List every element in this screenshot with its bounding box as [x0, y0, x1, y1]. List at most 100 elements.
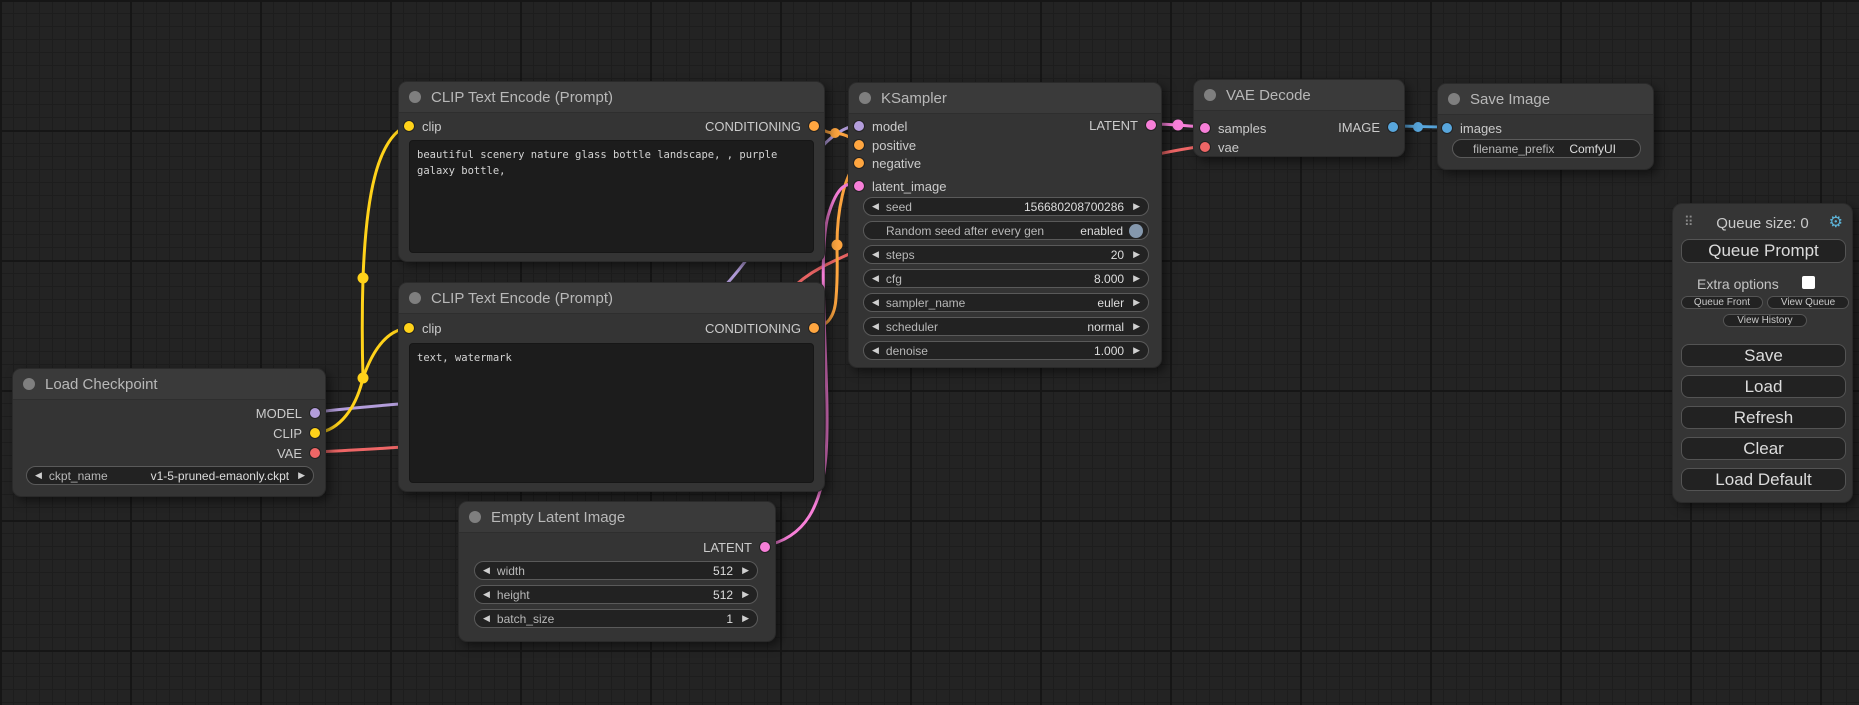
node-vae-decode[interactable]: VAE Decode samples vae IMAGE: [1193, 79, 1405, 157]
output-latent[interactable]: LATENT: [1089, 116, 1156, 134]
decrement-arrow-icon[interactable]: ◀: [872, 322, 879, 331]
refresh-button[interactable]: Refresh: [1681, 406, 1846, 429]
node-title-bar[interactable]: VAE Decode: [1194, 80, 1404, 111]
seed-widget[interactable]: ◀ seed 156680208700286 ▶: [863, 197, 1149, 216]
decrement-arrow-icon[interactable]: ◀: [483, 590, 490, 599]
clear-button[interactable]: Clear: [1681, 437, 1846, 460]
image-port-icon[interactable]: [1388, 122, 1398, 132]
output-conditioning[interactable]: CONDITIONING: [705, 319, 819, 337]
negative-prompt-textarea[interactable]: text, watermark: [409, 343, 814, 483]
node-title-bar[interactable]: CLIP Text Encode (Prompt): [399, 283, 824, 314]
view-queue-button[interactable]: View Queue: [1767, 296, 1849, 309]
view-history-button[interactable]: View History: [1723, 314, 1807, 327]
node-title-bar[interactable]: CLIP Text Encode (Prompt): [399, 82, 824, 113]
model-port-icon[interactable]: [310, 408, 320, 418]
output-conditioning[interactable]: CONDITIONING: [705, 117, 819, 135]
input-negative[interactable]: negative: [854, 154, 921, 172]
queue-prompt-button[interactable]: Queue Prompt: [1681, 239, 1846, 263]
load-default-button[interactable]: Load Default: [1681, 468, 1846, 491]
collapse-dot-icon[interactable]: [1448, 93, 1460, 105]
increment-arrow-icon[interactable]: ▶: [1133, 298, 1140, 307]
gear-icon[interactable]: ⚙: [1829, 212, 1843, 232]
clip-port-icon[interactable]: [404, 323, 414, 333]
increment-arrow-icon[interactable]: ▶: [742, 566, 749, 575]
increment-arrow-icon[interactable]: ▶: [742, 614, 749, 623]
decrement-arrow-icon[interactable]: ◀: [872, 250, 879, 259]
collapse-dot-icon[interactable]: [859, 92, 871, 104]
node-save-image[interactable]: Save Image images filename_prefix ComfyU…: [1437, 83, 1654, 170]
decrement-arrow-icon[interactable]: ◀: [483, 614, 490, 623]
collapse-dot-icon[interactable]: [409, 91, 421, 103]
queue-front-button[interactable]: Queue Front: [1681, 296, 1763, 309]
denoise-widget[interactable]: ◀ denoise 1.000 ▶: [863, 341, 1149, 360]
height-widget[interactable]: ◀ height 512 ▶: [474, 585, 758, 604]
latent-port-icon[interactable]: [760, 542, 770, 552]
latent-port-icon[interactable]: [1200, 123, 1210, 133]
decrement-arrow-icon[interactable]: ◀: [35, 471, 42, 480]
reroute-dot-clip-1[interactable]: [358, 373, 369, 384]
conditioning-port-icon[interactable]: [854, 158, 864, 168]
output-vae[interactable]: VAE: [277, 444, 320, 462]
input-latent-image[interactable]: latent_image: [854, 177, 946, 195]
output-image[interactable]: IMAGE: [1338, 118, 1398, 136]
save-button[interactable]: Save: [1681, 344, 1846, 367]
latent-port-icon[interactable]: [854, 181, 864, 191]
output-clip[interactable]: CLIP: [273, 424, 320, 442]
image-port-icon[interactable]: [1442, 123, 1452, 133]
collapse-dot-icon[interactable]: [469, 511, 481, 523]
node-clip-text-encode-positive[interactable]: CLIP Text Encode (Prompt) clip CONDITION…: [398, 81, 825, 262]
input-images[interactable]: images: [1442, 119, 1502, 137]
collapse-dot-icon[interactable]: [1204, 89, 1216, 101]
input-vae[interactable]: vae: [1200, 138, 1239, 156]
extra-options-checkbox[interactable]: [1802, 276, 1815, 289]
decrement-arrow-icon[interactable]: ◀: [872, 274, 879, 283]
collapse-dot-icon[interactable]: [23, 378, 35, 390]
cfg-widget[interactable]: ◀ cfg 8.000 ▶: [863, 269, 1149, 288]
clip-port-icon[interactable]: [404, 121, 414, 131]
reroute-dot-positive[interactable]: [830, 128, 840, 138]
output-model[interactable]: MODEL: [256, 404, 320, 422]
decrement-arrow-icon[interactable]: ◀: [872, 298, 879, 307]
positive-prompt-textarea[interactable]: beautiful scenery nature glass bottle la…: [409, 140, 814, 253]
increment-arrow-icon[interactable]: ▶: [742, 590, 749, 599]
vae-port-icon[interactable]: [310, 448, 320, 458]
node-empty-latent-image[interactable]: Empty Latent Image LATENT ◀ width 512 ▶ …: [458, 501, 776, 642]
scheduler-widget[interactable]: ◀ scheduler normal ▶: [863, 317, 1149, 336]
node-title-bar[interactable]: KSampler: [849, 83, 1161, 114]
input-positive[interactable]: positive: [854, 136, 916, 154]
reroute-dot-image[interactable]: [1413, 122, 1423, 132]
decrement-arrow-icon[interactable]: ◀: [483, 566, 490, 575]
reroute-dot-clip-2[interactable]: [358, 273, 369, 284]
node-title-bar[interactable]: Save Image: [1438, 84, 1653, 115]
node-graph-canvas[interactable]: Load Checkpoint MODEL CLIP VAE ◀ ckpt_na…: [0, 0, 1859, 705]
increment-arrow-icon[interactable]: ▶: [1133, 346, 1140, 355]
increment-arrow-icon[interactable]: ▶: [1133, 322, 1140, 331]
sampler-name-widget[interactable]: ◀ sampler_name euler ▶: [863, 293, 1149, 312]
input-clip[interactable]: clip: [404, 117, 442, 135]
filename-prefix-widget[interactable]: filename_prefix ComfyUI: [1452, 139, 1641, 158]
decrement-arrow-icon[interactable]: ◀: [872, 346, 879, 355]
node-clip-text-encode-negative[interactable]: CLIP Text Encode (Prompt) clip CONDITION…: [398, 282, 825, 492]
node-title-bar[interactable]: Empty Latent Image: [459, 502, 775, 533]
random-seed-widget[interactable]: Random seed after every gen enabled: [863, 221, 1149, 240]
conditioning-port-icon[interactable]: [809, 323, 819, 333]
increment-arrow-icon[interactable]: ▶: [1133, 202, 1140, 211]
batch-size-widget[interactable]: ◀ batch_size 1 ▶: [474, 609, 758, 628]
collapse-dot-icon[interactable]: [409, 292, 421, 304]
model-port-icon[interactable]: [854, 121, 864, 131]
load-button[interactable]: Load: [1681, 375, 1846, 398]
latent-port-icon[interactable]: [1146, 120, 1156, 130]
input-samples[interactable]: samples: [1200, 119, 1266, 137]
increment-arrow-icon[interactable]: ▶: [298, 471, 305, 480]
decrement-arrow-icon[interactable]: ◀: [872, 202, 879, 211]
conditioning-port-icon[interactable]: [809, 121, 819, 131]
width-widget[interactable]: ◀ width 512 ▶: [474, 561, 758, 580]
steps-widget[interactable]: ◀ steps 20 ▶: [863, 245, 1149, 264]
input-clip[interactable]: clip: [404, 319, 442, 337]
node-load-checkpoint[interactable]: Load Checkpoint MODEL CLIP VAE ◀ ckpt_na…: [12, 368, 326, 497]
node-ksampler[interactable]: KSampler model positive negative latent_…: [848, 82, 1162, 368]
conditioning-port-icon[interactable]: [854, 140, 864, 150]
output-latent[interactable]: LATENT: [703, 538, 770, 556]
clip-port-icon[interactable]: [310, 428, 320, 438]
node-title-bar[interactable]: Load Checkpoint: [13, 369, 325, 400]
